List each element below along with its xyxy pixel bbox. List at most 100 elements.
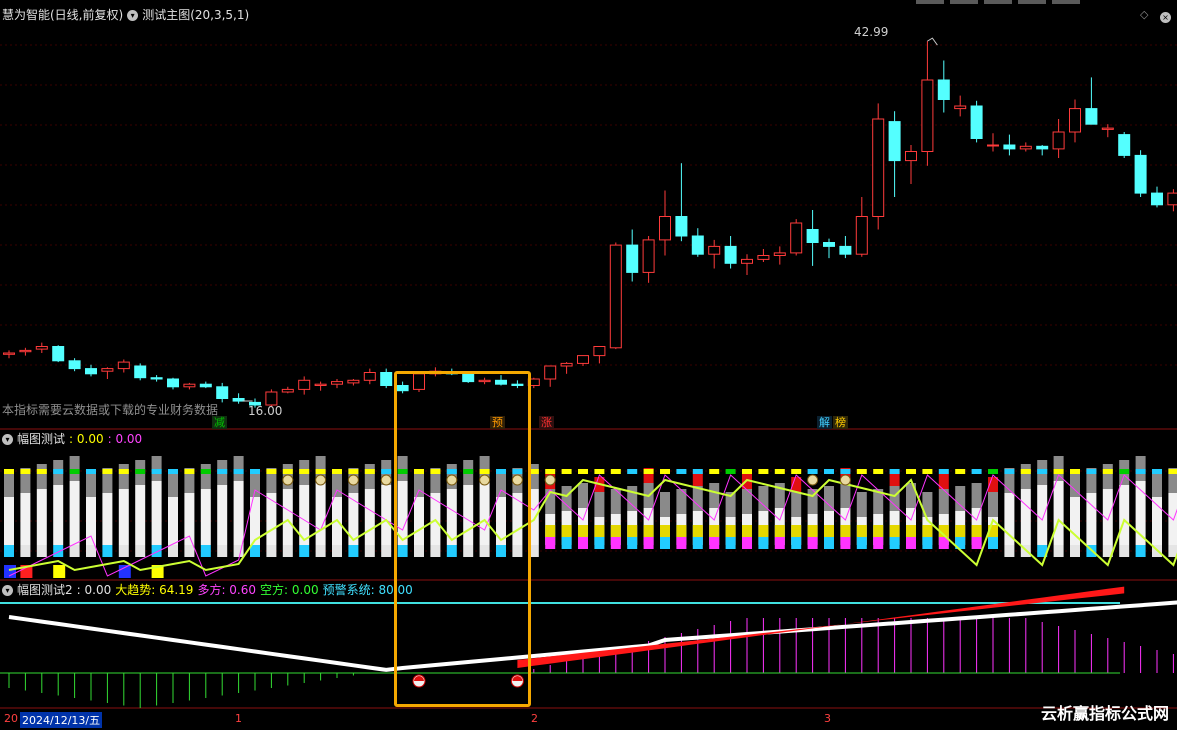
top-strip xyxy=(840,469,851,474)
bar-base xyxy=(20,545,31,557)
top-strip xyxy=(594,469,605,474)
x-axis-tick: 3 xyxy=(824,712,831,725)
bar-mixed xyxy=(840,537,851,549)
bar-base xyxy=(315,545,326,557)
sub-panel-2-name[interactable]: 幅图测试2 xyxy=(17,583,73,597)
x-axis-prefix: 20 xyxy=(4,712,18,725)
signal-tag-unlock: 解 xyxy=(817,416,832,429)
bar-white xyxy=(282,489,293,545)
candle-up xyxy=(954,105,967,110)
bull-ribbon xyxy=(517,586,1125,668)
bar-grey xyxy=(971,483,982,508)
sub-chart-1 xyxy=(4,456,1177,578)
bar-base xyxy=(4,545,14,557)
top-strip xyxy=(1053,469,1064,474)
top-strip xyxy=(1086,469,1097,474)
top-strip xyxy=(692,469,703,474)
data-note: 本指标需要云数据或下载的专业财务数据 xyxy=(2,403,219,417)
main-step-line xyxy=(8,600,1177,672)
bar-grey xyxy=(824,486,834,511)
bar-mixed xyxy=(692,537,703,549)
candle-up xyxy=(19,349,32,353)
top-strip xyxy=(53,469,64,474)
candle-down xyxy=(626,244,639,273)
money-bag-icon xyxy=(315,474,327,486)
top-strip xyxy=(217,469,228,474)
bar-white xyxy=(233,481,244,545)
bar-base xyxy=(86,545,96,557)
bar-grey xyxy=(594,492,605,517)
bar-base xyxy=(69,545,80,557)
bar-mixed xyxy=(791,537,802,549)
toolbar-tab-2[interactable] xyxy=(950,0,978,4)
top-strip xyxy=(348,469,359,474)
top-strip xyxy=(774,469,785,474)
top-strip xyxy=(725,469,736,474)
candle-down xyxy=(1036,145,1049,150)
candle-up xyxy=(560,362,573,367)
top-strip xyxy=(824,469,834,474)
bar-base xyxy=(1135,545,1146,557)
candle-up xyxy=(905,151,917,162)
bar-base xyxy=(151,545,162,557)
bar-white xyxy=(118,489,129,545)
top-strip xyxy=(676,469,687,474)
candle-up xyxy=(298,379,311,390)
top-strip xyxy=(545,469,556,474)
candle-down xyxy=(1118,134,1131,156)
top-strip xyxy=(233,469,244,474)
bar-white xyxy=(135,485,146,545)
top-strip xyxy=(742,469,752,474)
bar-mixed xyxy=(807,537,818,549)
bar-yellow xyxy=(578,525,588,537)
main-indicator-name[interactable]: 测试主图(20,3,5,1) xyxy=(142,8,249,22)
bar-base xyxy=(299,545,310,557)
bar-yellow xyxy=(660,525,670,537)
bar-white xyxy=(364,489,375,545)
stock-title[interactable]: 慧为智能(日线,前复权) xyxy=(2,8,123,22)
bar-yellow xyxy=(774,525,785,537)
toolbar-tab-1[interactable] xyxy=(916,0,944,4)
top-strip xyxy=(69,469,80,474)
bar-white xyxy=(1086,493,1097,545)
dropdown-circle-icon[interactable]: ▾ xyxy=(127,9,139,21)
close-panel-icon[interactable]: × xyxy=(1160,9,1171,23)
sub-panel-1-name[interactable]: 幅图测试 xyxy=(17,432,65,446)
candle-up xyxy=(183,383,196,388)
top-strip xyxy=(643,469,654,474)
bar-mixed xyxy=(742,537,752,549)
signal-tag-reduce: 减 xyxy=(212,416,227,429)
money-bag-icon xyxy=(282,474,294,486)
top-strip xyxy=(1020,469,1031,474)
bar-yellow xyxy=(889,525,900,537)
bar-mixed xyxy=(725,537,736,549)
dropdown-circle-icon[interactable]: ▾ xyxy=(2,433,13,445)
bar-base xyxy=(53,545,64,557)
toolbar-tab-4[interactable] xyxy=(1018,0,1046,4)
bar-white xyxy=(381,485,392,545)
candle-up xyxy=(987,144,999,147)
bar-mixed xyxy=(660,537,670,549)
bar-base xyxy=(1004,545,1015,557)
short-value: 空方: 0.00 xyxy=(260,583,319,597)
bar-yellow xyxy=(971,525,982,537)
bar-grey xyxy=(1135,456,1146,481)
bar-base xyxy=(381,545,392,557)
candle-up xyxy=(577,355,589,364)
main-panel-header: 慧为智能(日线,前复权) ▾ 测试主图(20,3,5,1) xyxy=(2,7,249,23)
dropdown-circle-icon[interactable]: ▾ xyxy=(2,584,13,596)
candle-down xyxy=(167,378,179,388)
top-strip xyxy=(1135,469,1146,474)
candle-down xyxy=(691,235,704,255)
top-strip xyxy=(971,469,982,474)
bar-grey xyxy=(856,492,867,517)
money-bag-icon xyxy=(544,474,556,486)
diamond-icon[interactable]: ◇ xyxy=(1140,8,1148,22)
bar-mixed xyxy=(922,537,933,549)
toolbar-tab-3[interactable] xyxy=(984,0,1012,4)
bar-yellow xyxy=(856,525,867,537)
money-bag-icon xyxy=(839,474,851,486)
low-price-label: 16.00 xyxy=(248,404,283,418)
toolbar-tab-5[interactable] xyxy=(1052,0,1080,4)
candle-up xyxy=(593,346,606,357)
